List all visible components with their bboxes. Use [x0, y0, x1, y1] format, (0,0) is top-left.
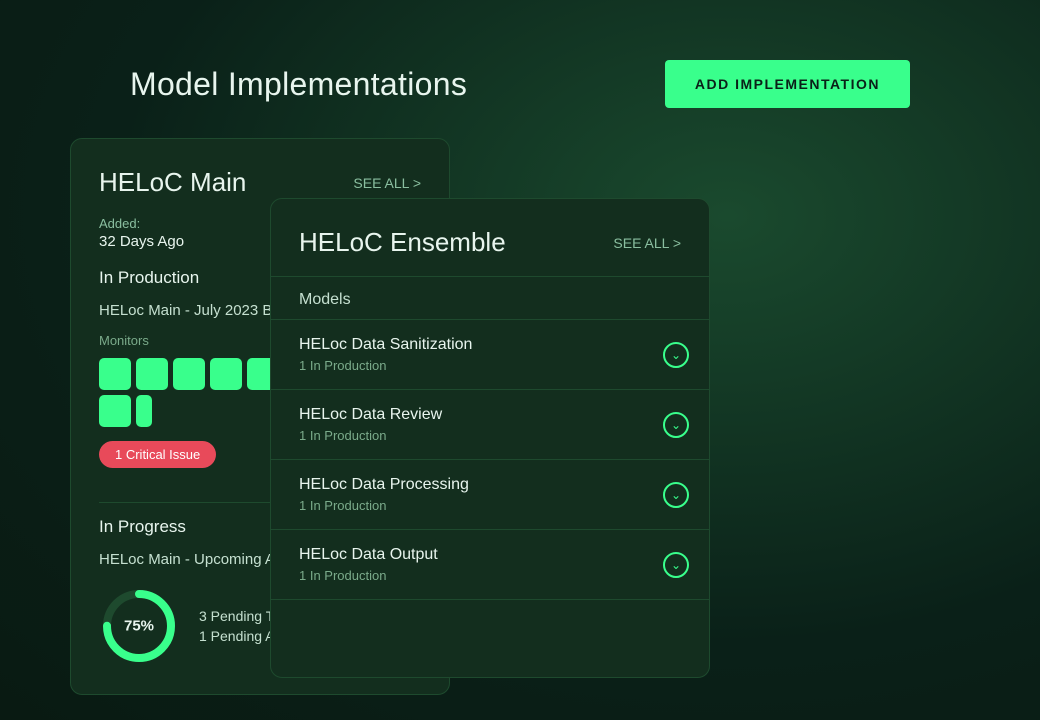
- model-row-0[interactable]: HELoc Data Sanitization 1 In Production⌄: [271, 320, 709, 390]
- main-card-title: HELoC Main: [99, 167, 246, 198]
- ensemble-see-all-link[interactable]: SEE ALL >: [613, 235, 681, 251]
- model-row-name-0: HELoc Data Sanitization: [299, 336, 681, 354]
- chevron-down-icon-1[interactable]: ⌄: [663, 412, 689, 438]
- model-row-3[interactable]: HELoc Data Output 1 In Production⌄: [271, 530, 709, 600]
- cards-area: HELoC Main SEE ALL > Added: 32 Days Ago …: [0, 138, 1040, 658]
- model-row-status-3: 1 In Production: [299, 568, 681, 583]
- model-row-name-1: HELoc Data Review: [299, 406, 681, 424]
- chevron-down-icon-3[interactable]: ⌄: [663, 552, 689, 578]
- page-title: Model Implementations: [130, 66, 467, 103]
- model-row-2[interactable]: HELoc Data Processing 1 In Production⌄: [271, 460, 709, 530]
- add-implementation-button[interactable]: ADD IMPLEMENTATION: [665, 60, 910, 108]
- progress-percent-text: 75%: [124, 618, 154, 635]
- main-see-all-link[interactable]: SEE ALL >: [353, 175, 421, 191]
- model-row-status-2: 1 In Production: [299, 498, 681, 513]
- chevron-down-icon-2[interactable]: ⌄: [663, 482, 689, 508]
- header: Model Implementations ADD IMPLEMENTATION: [0, 0, 1040, 138]
- monitor-dot-3: [173, 358, 205, 390]
- ensemble-card-title: HELoC Ensemble: [299, 227, 506, 258]
- ensemble-card-header: HELoC Ensemble SEE ALL >: [271, 199, 709, 277]
- progress-circle: 75%: [99, 586, 179, 666]
- model-rows-container: HELoc Data Sanitization1 In Production⌄H…: [271, 320, 709, 600]
- critical-issue-badge: 1 Critical Issue: [99, 441, 216, 468]
- page-container: Model Implementations ADD IMPLEMENTATION…: [0, 0, 1040, 720]
- model-row-name-3: HELoc Data Output: [299, 546, 681, 564]
- monitor-dot-9: [99, 395, 131, 427]
- monitor-dot-10: [136, 395, 152, 427]
- models-label: Models: [271, 277, 709, 320]
- model-row-name-2: HELoc Data Processing: [299, 476, 681, 494]
- monitor-dot-4: [210, 358, 242, 390]
- heloc-ensemble-card: HELoC Ensemble SEE ALL > Models HELoc Da…: [270, 198, 710, 678]
- monitor-dot-2: [136, 358, 168, 390]
- model-row-status-1: 1 In Production: [299, 428, 681, 443]
- model-row-status-0: 1 In Production: [299, 358, 681, 373]
- monitor-dot-1: [99, 358, 131, 390]
- model-row-1[interactable]: HELoc Data Review 1 In Production⌄: [271, 390, 709, 460]
- chevron-down-icon-0[interactable]: ⌄: [663, 342, 689, 368]
- main-card-header: HELoC Main SEE ALL >: [99, 167, 421, 198]
